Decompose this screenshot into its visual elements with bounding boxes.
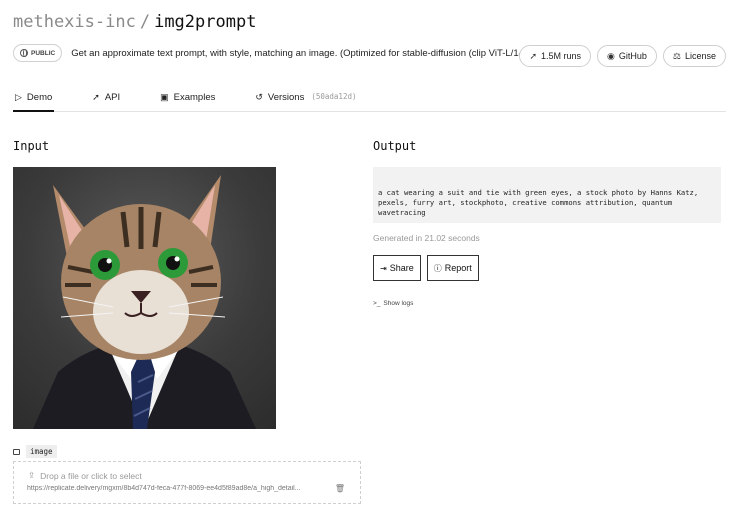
tab-bar: ▷ Demo ➚ API ▣ Examples ↺ Versions (50ad… [13, 87, 726, 112]
image-icon [13, 448, 20, 455]
share-button[interactable]: ⇥ Share [373, 255, 421, 281]
output-text: a cat wearing a suit and tie with green … [378, 188, 699, 217]
page-title: methexis-inc / img2prompt [13, 12, 256, 32]
image-field-label: image [13, 445, 57, 458]
license-label: License [684, 51, 716, 61]
generation-time: Generated in 21.02 seconds [373, 233, 480, 243]
upload-icon: ⇪ [28, 470, 36, 480]
rocket-icon: ➚ [92, 92, 100, 102]
report-label: Report [444, 263, 472, 273]
runs-label: 1.5M runs [540, 51, 582, 61]
alert-icon: ⓘ [433, 263, 442, 273]
tab-versions-label: Versions [267, 92, 305, 103]
rocket-icon: ➚ [529, 50, 537, 61]
github-button[interactable]: ◉ GitHub [597, 45, 657, 67]
model-meta: PUBLIC Get an approximate text prompt, w… [13, 44, 530, 62]
trash-icon[interactable]: 🗑 [335, 484, 345, 493]
share-label: Share [389, 263, 414, 273]
file-url: https://replicate.delivery/mgxm/8b4d747d… [27, 485, 301, 492]
tab-examples-label: Examples [173, 92, 216, 103]
license-button[interactable]: ⚖ License [662, 45, 726, 67]
play-icon: ▷ [15, 92, 22, 102]
image-field-name: image [26, 445, 57, 458]
output-heading: Output [373, 139, 417, 153]
owner-link[interactable]: methexis-inc [13, 12, 136, 32]
title-separator: / [139, 12, 151, 32]
model-description: Get an approximate text prompt, with sty… [71, 47, 531, 59]
github-icon: ◉ [607, 50, 615, 61]
history-icon: ↺ [255, 92, 263, 102]
drop-prompt-text: Drop a file or click to select [40, 470, 142, 481]
terminal-icon: >_ [373, 300, 381, 307]
show-logs-link[interactable]: >_ Show logs [373, 300, 413, 307]
input-heading: Input [13, 139, 50, 153]
input-image-preview [13, 167, 276, 429]
file-dropzone[interactable]: ⇪ Drop a file or click to select https:/… [13, 461, 361, 504]
output-text-box: a cat wearing a suit and tie with green … [373, 167, 721, 223]
drop-prompt: ⇪ Drop a file or click to select [28, 470, 142, 481]
share-icon: ⇥ [380, 263, 387, 273]
tab-api-label: API [104, 92, 121, 103]
github-label: GitHub [618, 51, 647, 61]
cat-in-suit-image [33, 175, 256, 429]
examples-icon: ▣ [160, 92, 169, 102]
tab-examples[interactable]: ▣ Examples [158, 87, 217, 112]
public-badge: PUBLIC [13, 44, 63, 62]
report-button[interactable]: ⓘ Report [426, 255, 479, 281]
globe-icon [20, 49, 28, 57]
public-badge-label: PUBLIC [31, 49, 56, 57]
tab-demo-label: Demo [26, 92, 53, 103]
output-actions: ⇥ Share ⓘ Report [373, 255, 479, 281]
model-name: img2prompt [154, 12, 257, 32]
show-logs-label: Show logs [383, 300, 414, 307]
version-hash: (50ada12d) [311, 92, 357, 101]
runs-button[interactable]: ➚ 1.5M runs [519, 45, 592, 67]
tab-demo[interactable]: ▷ Demo [13, 87, 55, 112]
tab-versions[interactable]: ↺ Versions (50ada12d) [253, 87, 358, 112]
tab-api[interactable]: ➚ API [90, 87, 122, 112]
header-actions: ➚ 1.5M runs ◉ GitHub ⚖ License [519, 45, 726, 67]
license-icon: ⚖ [672, 50, 681, 61]
